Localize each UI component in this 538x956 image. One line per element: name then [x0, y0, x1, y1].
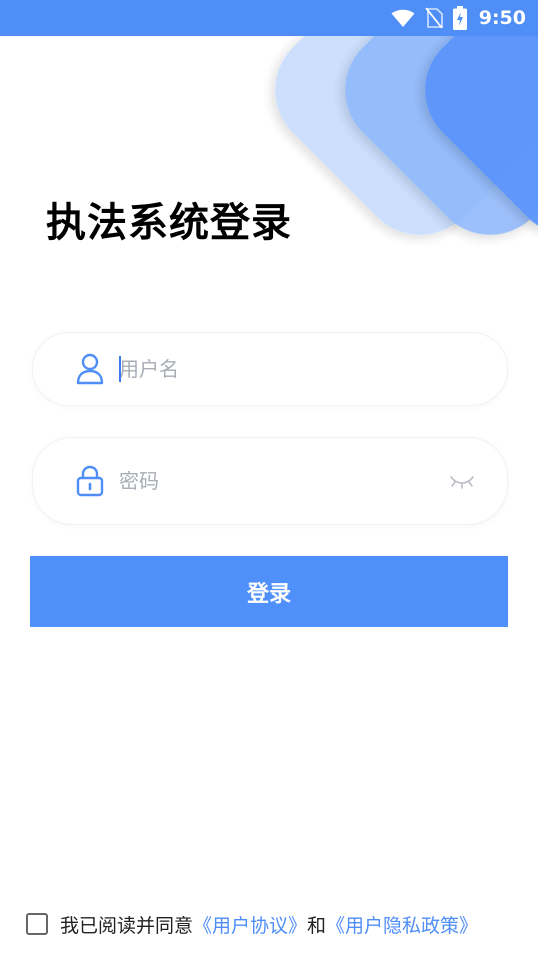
status-bar: 9:50 — [0, 0, 538, 36]
eye-closed-icon[interactable] — [449, 473, 475, 489]
privacy-policy-link[interactable]: 《用户隐私政策》 — [326, 911, 478, 938]
decorative-shapes — [275, 0, 538, 235]
agreement-checkbox[interactable] — [26, 913, 48, 935]
text-cursor — [119, 356, 121, 382]
password-input[interactable] — [119, 469, 419, 493]
wifi-icon — [391, 9, 415, 27]
user-icon — [76, 353, 104, 385]
agreement-prefix: 我已阅读并同意 — [60, 914, 194, 937]
username-input[interactable] — [119, 357, 419, 381]
user-agreement-link[interactable]: 《用户协议》 — [193, 911, 307, 938]
battery-charging-icon — [452, 6, 467, 30]
username-field[interactable] — [32, 332, 508, 406]
agreement-row: 我已阅读并同意 《用户协议》 和 《用户隐私政策》 — [26, 910, 478, 938]
no-sim-icon — [425, 7, 443, 29]
password-field[interactable] — [32, 437, 508, 525]
page-title: 执法系统登录 — [46, 200, 292, 246]
agreement-conjunction: 和 — [307, 914, 327, 937]
status-icons: 9:50 — [391, 0, 526, 36]
status-time: 9:50 — [478, 7, 526, 29]
login-button[interactable]: 登录 — [30, 556, 508, 627]
lock-icon — [76, 465, 104, 497]
